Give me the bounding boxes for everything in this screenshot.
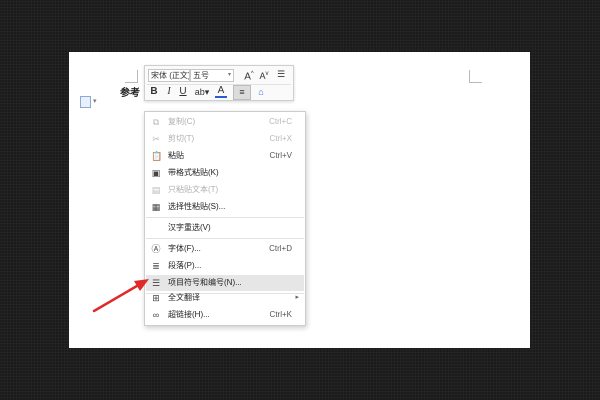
arrow-shaft <box>92 281 144 313</box>
red-arrow-annotation <box>92 279 149 313</box>
